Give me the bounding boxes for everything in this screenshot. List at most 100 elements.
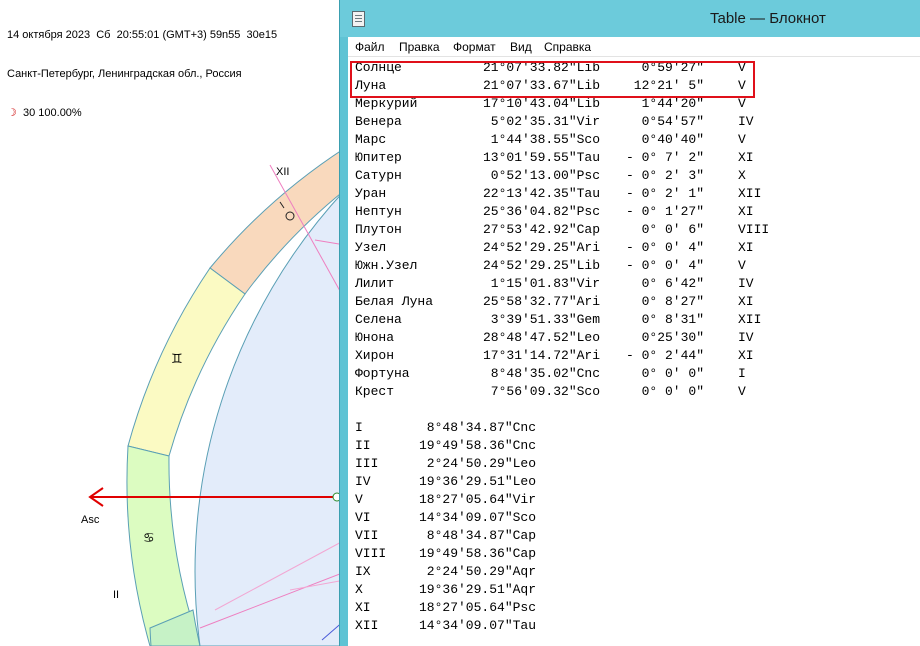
planet-name: Сатурн [355,168,402,183]
house-number: VI [355,510,371,525]
menu-bar: Файл Правка Формат Вид Справка [348,37,920,57]
moon-phase: ☽ 30 100.00% [7,107,277,120]
moon-phase-text: 30 100.00% [16,107,82,119]
planet-speed: 0° 0' 0" [626,366,705,381]
menu-help[interactable]: Справка [544,40,591,54]
notepad-client: Файл Правка Формат Вид Справка Солнце 21°… [348,37,920,646]
planet-speed: 0° 0' 6" [626,222,705,237]
planet-name: Хирон [355,348,395,363]
planet-position: 8°48'35.02"Cnc [483,366,601,381]
planet-position: 7°56'09.32"Sco [483,384,601,399]
house-number: II [355,438,371,453]
highlight-annotation [350,61,755,98]
planet-speed: 0° 6'42" [626,276,705,291]
planet-position: 0°52'13.00"Psc [483,168,601,183]
planet-position: 24°52'29.25"Lib [483,258,601,273]
house-cusp: 18°27'05.64"Psc [419,600,537,615]
planet-speed: 0° 8'27" [626,294,705,309]
planet-speed: 0° 8'31" [626,312,705,327]
planet-name: Крест [355,384,395,399]
planet-house: V [738,384,746,399]
house-number: IX [355,564,371,579]
planet-speed: - 0° 7' 2" [626,150,705,165]
planet-name: Южн.Узел [355,258,418,273]
planet-name: Селена [355,312,402,327]
window-title: Table — Блокнот [710,10,826,27]
house-cusp: 14°34'09.07"Sco [419,510,537,525]
planet-name: Юпитер [355,150,402,165]
planet-house: XI [738,240,754,255]
cancer-icon: ♋ [143,531,155,546]
planet-name: Фортуна [355,366,410,381]
house-cusp: 8°48'34.87"Cnc [419,420,537,435]
planet-speed: 0°54'57" [626,114,705,129]
house-cusp: 2°24'50.29"Leo [419,456,537,471]
house-cusp: 2°24'50.29"Aqr [419,564,537,579]
planet-name: Марс [355,132,387,147]
asc-label: Asc [81,514,100,526]
planet-house: XI [738,294,754,309]
planet-position: 25°58'32.77"Ari [483,294,601,309]
planet-speed: - 0° 2' 3" [626,168,705,183]
planet-position: 1°15'01.83"Vir [483,276,601,291]
planet-house: V [738,132,746,147]
planet-position: 3°39'51.33"Gem [483,312,601,327]
chart-datetime: 14 октября 2023 Сб 20:55:01 (GMT+3) 59n5… [7,29,278,41]
house-cusp: 19°49'58.36"Cnc [419,438,537,453]
house-cusp: 19°36'29.51"Leo [419,474,537,489]
planet-position: 27°53'42.92"Cap [483,222,601,237]
menu-view[interactable]: Вид [510,40,532,54]
planet-speed: - 0° 0' 4" [626,258,705,273]
house-number: X [355,582,363,597]
planet-speed: - 0° 0' 4" [626,240,705,255]
planet-house: XI [738,150,754,165]
planet-house: XI [738,204,754,219]
planet-house: XII [738,312,762,327]
planet-speed: 0°25'30" [626,330,705,345]
chart-location: Санкт-Петербург, Ленинградская обл., Рос… [7,68,242,80]
house-number: V [355,492,363,507]
house-cusp: 18°27'05.64"Vir [419,492,537,507]
house-number: XI [355,600,371,615]
house-cusp: 14°34'09.07"Tau [419,618,537,633]
planet-house: IV [738,114,754,129]
planet-position: 22°13'42.35"Tau [483,186,601,201]
house-number: I [355,420,363,435]
planet-house: VIII [738,222,770,237]
planet-name: Нептун [355,204,402,219]
chart-header: 14 октября 2023 Сб 20:55:01 (GMT+3) 59n5… [7,3,277,146]
house-number: IV [355,474,371,489]
planet-name: Венера [355,114,402,129]
planet-speed: - 0° 2'44" [626,348,705,363]
planet-house: V [738,258,746,273]
planet-position: 24°52'29.25"Ari [483,240,601,255]
house-number: VII [355,528,379,543]
house-cusp: 8°48'34.87"Cap [419,528,537,543]
gemini-icon: ♊ [171,352,183,367]
planet-name: Узел [355,240,387,255]
menu-format[interactable]: Формат [453,40,496,54]
planet-position: 13°01'59.55"Tau [483,150,601,165]
planet-position: 25°36'04.82"Psc [483,204,601,219]
planet-position: 5°02'35.31"Vir [483,114,601,129]
planet-name: Юнона [355,330,395,345]
planet-name: Уран [355,186,387,201]
planet-position: 17°31'14.72"Ari [483,348,601,363]
house-cusp: 19°36'29.51"Aqr [419,582,537,597]
planet-house: XI [738,348,754,363]
menu-edit[interactable]: Правка [399,40,440,54]
screen: XII Asc II ♊ ♋ 14 октября 2023 Сб 20:55:… [0,0,920,646]
planet-speed: 0°40'40" [626,132,705,147]
house-number: XII [355,618,379,633]
house-label-ii: II [113,589,119,601]
planet-house: XII [738,186,762,201]
planet-house: IV [738,276,754,291]
menu-file[interactable]: Файл [355,40,385,54]
planet-name: Лилит [355,276,395,291]
house-label-xii: XII [276,166,289,178]
house-number: III [355,456,379,471]
moon-icon: ☽ [7,107,17,119]
planet-position: 1°44'38.55"Sco [483,132,601,147]
title-bar[interactable]: Table — Блокнот [340,0,920,37]
house-number: VIII [355,546,387,561]
